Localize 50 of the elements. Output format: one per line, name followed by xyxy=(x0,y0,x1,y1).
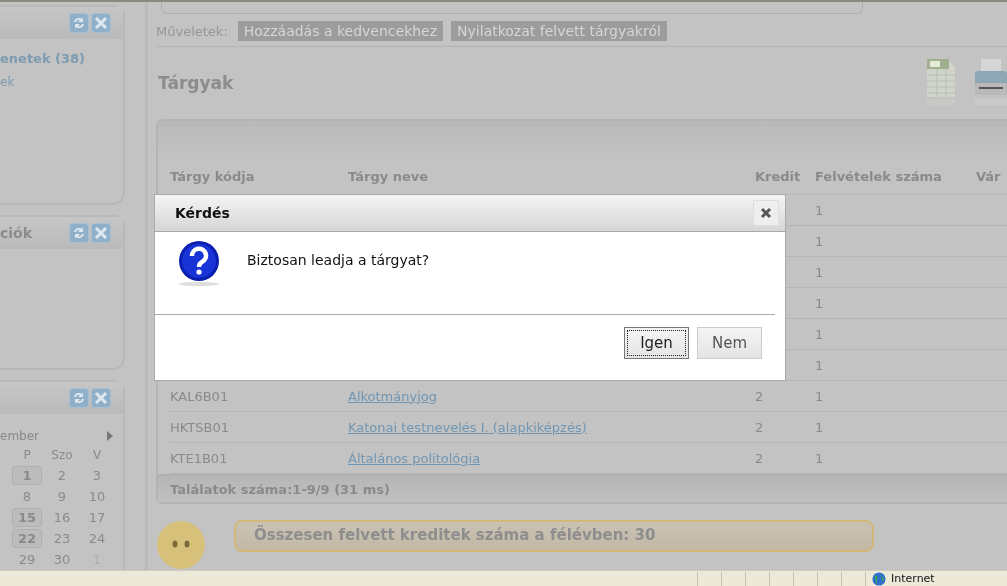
calendar-day[interactable]: 16 xyxy=(47,508,77,527)
weekday-label: V xyxy=(91,446,103,464)
table-cell: HKTSB01 xyxy=(170,412,348,444)
dialog-button[interactable]: Nem xyxy=(697,327,762,359)
table-cell: 1 xyxy=(815,288,976,320)
calendar-day[interactable]: 29 xyxy=(12,550,42,569)
smiley-icon xyxy=(156,520,206,570)
table-cell: 1 xyxy=(815,412,976,444)
sidebar-link[interactable]: ek xyxy=(0,75,15,89)
month-label: ember xyxy=(0,429,39,443)
subject-link[interactable]: Alkotmányjog xyxy=(348,388,437,404)
dialog-button[interactable]: Igen xyxy=(624,327,689,359)
action-button[interactable]: Hozzáadás a kedvencekhez xyxy=(237,21,444,42)
calendar-day[interactable]: 23 xyxy=(47,529,77,548)
calendar-day[interactable]: 10 xyxy=(82,487,112,506)
calendar-day[interactable]: 30 xyxy=(47,550,77,569)
summary-callout: Összesen felvett kreditek száma a félévben: 30 xyxy=(234,520,874,552)
dialog-message: Biztosan leadja a tárgyat? xyxy=(247,252,430,268)
close-icon[interactable] xyxy=(760,207,772,219)
table-cell: 1 xyxy=(815,257,976,289)
table-cell: 1 xyxy=(815,350,976,382)
column-header: Vár xyxy=(976,161,1007,196)
calendar-day[interactable]: 8 xyxy=(12,487,42,506)
action-button[interactable]: Nyilatkozat felvett tárgyakról xyxy=(451,21,667,42)
calendar-day[interactable]: 24 xyxy=(82,529,112,548)
sidebar-link[interactable]: enetek (38) xyxy=(0,51,86,66)
weekday-label: P xyxy=(22,446,32,464)
dialog-title: Kérdés xyxy=(175,205,230,221)
calendar-day[interactable]: 9 xyxy=(47,487,77,506)
zone-label: Internet xyxy=(891,572,935,585)
next-month-icon[interactable] xyxy=(107,431,113,441)
table-cell: 1 xyxy=(815,381,976,413)
weekday-label: Szo xyxy=(50,446,74,464)
calendar-day[interactable]: 3 xyxy=(82,466,112,485)
calendar-day[interactable]: 2 xyxy=(47,466,77,485)
table-cell: 1 xyxy=(815,226,976,258)
table-cell: 1 xyxy=(815,195,976,227)
calendar-day[interactable]: 17 xyxy=(82,508,112,527)
question-icon xyxy=(177,240,221,286)
subject-link[interactable]: Katonai testnevelés I. (alapkiképzés) xyxy=(348,419,587,435)
table-cell: 2 xyxy=(755,412,815,444)
refresh-icon[interactable] xyxy=(69,388,89,408)
globe-icon xyxy=(872,571,886,586)
close-button[interactable] xyxy=(753,200,779,226)
column-header: Felvételek száma xyxy=(815,161,976,196)
subject-link[interactable]: Általános politológia xyxy=(348,450,481,466)
table-cell: 1 xyxy=(815,319,976,351)
printer-icon[interactable] xyxy=(973,58,1007,107)
refresh-icon[interactable] xyxy=(69,13,89,33)
refresh-icon[interactable] xyxy=(69,223,89,244)
